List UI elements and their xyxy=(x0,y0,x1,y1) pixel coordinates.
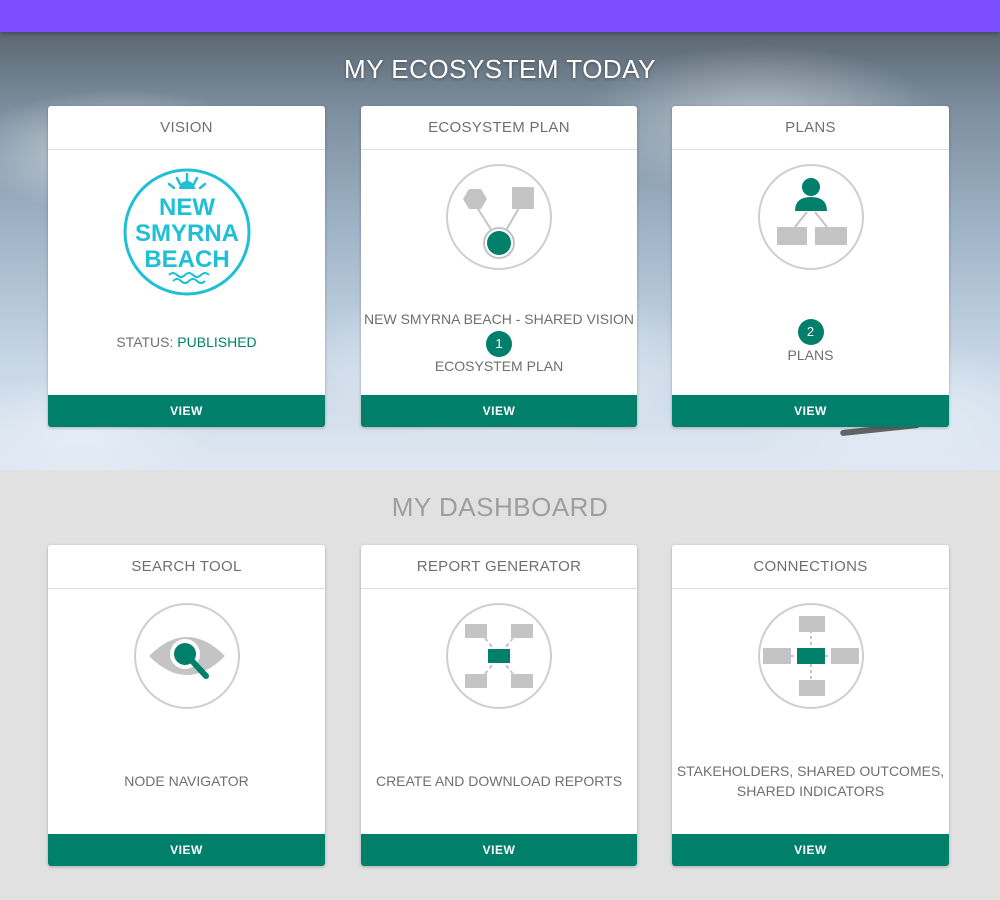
vision-status-label: STATUS: xyxy=(116,334,174,350)
plans-card: PLANS 2 PLANS VIEW xyxy=(672,106,949,427)
svg-text:BEACH: BEACH xyxy=(144,246,229,273)
connections-view-button[interactable]: VIEW xyxy=(672,834,949,866)
ecosystem-plan-view-button[interactable]: VIEW xyxy=(361,395,637,427)
vision-card-title: VISION xyxy=(48,106,325,150)
dashboard-section-title: MY DASHBOARD xyxy=(391,492,609,522)
vision-card: VISION NEW SMYRNA BEACH STATUS: PUBLISHE… xyxy=(48,106,325,427)
connections-icon xyxy=(757,602,865,710)
vision-view-button[interactable]: VIEW xyxy=(48,395,325,427)
ecosystem-section-title: MY ECOSYSTEM TODAY xyxy=(344,54,656,84)
report-generator-view-button[interactable]: VIEW xyxy=(361,834,637,866)
search-tool-card: SEARCH TOOL NODE NAVIGATOR VIEW xyxy=(48,545,325,866)
report-generator-card: REPORT GENERATOR CREATE AND DOWNLOAD REP… xyxy=(361,545,637,866)
svg-text:NEW: NEW xyxy=(159,194,215,221)
svg-text:SMYRNA: SMYRNA xyxy=(134,220,238,247)
ecosystem-plan-count-label: ECOSYSTEM PLAN xyxy=(434,358,564,374)
report-nodes-icon xyxy=(445,602,553,710)
org-chart-icon xyxy=(757,163,865,271)
plans-count-badge: 2 xyxy=(797,319,824,345)
connections-description-line2: SHARED INDICATORS xyxy=(736,783,885,799)
ecosystem-plan-count-badge: 1 xyxy=(486,331,512,357)
report-generator-card-title: REPORT GENERATOR xyxy=(361,545,637,589)
ecosystem-plan-card: ECOSYSTEM PLAN NEW SMYRNA BEACH - SHARED… xyxy=(361,106,637,427)
top-app-bar xyxy=(0,0,1000,32)
eye-search-icon xyxy=(133,602,241,710)
plans-count-label: PLANS xyxy=(787,347,834,363)
vision-status: STATUS: PUBLISHED xyxy=(48,332,325,352)
ecosystem-plan-subtitle: NEW SMYRNA BEACH - SHARED VISION xyxy=(364,311,634,327)
new-smyrna-beach-logo: NEW SMYRNA BEACH xyxy=(119,164,255,300)
ecosystem-plan-card-title: ECOSYSTEM PLAN xyxy=(361,106,637,150)
network-nodes-icon xyxy=(445,163,553,271)
report-generator-description: CREATE AND DOWNLOAD REPORTS xyxy=(375,773,623,789)
plans-view-button[interactable]: VIEW xyxy=(672,395,949,427)
search-tool-description: NODE NAVIGATOR xyxy=(124,773,249,789)
vision-status-value: PUBLISHED xyxy=(177,334,257,350)
connections-description-line1: STAKEHOLDERS, SHARED OUTCOMES, xyxy=(676,763,945,779)
search-tool-view-button[interactable]: VIEW xyxy=(48,834,325,866)
search-tool-card-title: SEARCH TOOL xyxy=(48,545,325,589)
connections-card: CONNECTIONS STAKEHOLDERS, SHARED OUTCOME… xyxy=(672,545,949,866)
plans-card-title: PLANS xyxy=(672,106,949,150)
connections-card-title: CONNECTIONS xyxy=(672,545,949,589)
